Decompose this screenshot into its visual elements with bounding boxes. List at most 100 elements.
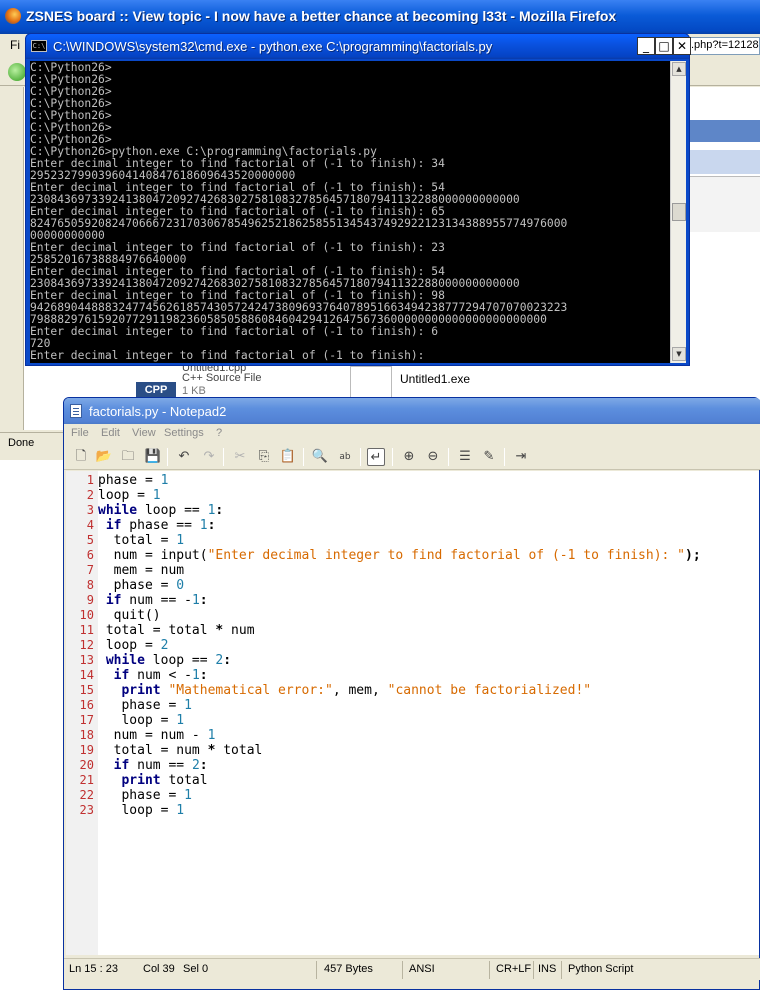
console-text: C:\Python26> C:\Python26> C:\Python26> C:\P… (30, 61, 670, 362)
line-number: 9 (86, 593, 94, 607)
code-token: while (105, 653, 145, 668)
notepad2-menubar: File Edit View Settings ? (64, 424, 760, 444)
code-line: if num == -1: (98, 593, 208, 608)
customize-icon[interactable]: ✎ (480, 448, 498, 466)
code-token: print (121, 683, 161, 698)
scroll-down-arrow-icon[interactable]: ▼ (672, 347, 686, 361)
code-token: quit() (98, 608, 161, 623)
line-number: 12 (79, 638, 94, 652)
code-line: phase = 1 (98, 788, 191, 803)
code-token: 1 (199, 518, 208, 533)
code-token: total (160, 773, 208, 788)
code-line: loop = 1 (98, 488, 161, 503)
exe-file-name[interactable]: Untitled1.exe (400, 372, 470, 386)
code-token: : (199, 668, 208, 683)
code-token: , mem, (332, 683, 388, 698)
minimize-button[interactable]: _ (637, 37, 655, 55)
code-token: print (121, 773, 161, 788)
code-line: if num == 2: (98, 758, 208, 773)
console-scrollbar[interactable]: ▲ ▼ (670, 61, 686, 363)
code-token: : (215, 503, 224, 518)
redo-icon[interactable]: ↷ (200, 448, 218, 466)
code-token: num < - (129, 668, 192, 683)
code-token: total = (98, 533, 177, 548)
toolbar-separator (392, 448, 393, 466)
copy-icon[interactable]: ⎘ (255, 448, 273, 466)
maximize-button[interactable]: □ (655, 37, 673, 55)
code-line: quit() (98, 608, 161, 623)
console-line: Enter decimal integer to find factorial … (30, 325, 439, 338)
menu-settings[interactable]: Settings (164, 427, 204, 439)
notepad2-status-bar: Ln 15 : 23 Col 39 Sel 0 457 Bytes ANSI C… (64, 958, 760, 980)
status-insert-mode[interactable]: INS (538, 963, 556, 975)
browse-icon[interactable]: 🗀 (119, 448, 137, 466)
menu-file[interactable]: File (71, 427, 89, 439)
forum-post-area (690, 176, 760, 232)
find-icon[interactable]: 🔍 (311, 448, 329, 466)
line-number: 16 (79, 698, 94, 712)
replace-icon[interactable]: ab (336, 448, 354, 466)
back-arrow-icon[interactable] (8, 63, 26, 81)
schemes-icon[interactable]: ☰ (456, 448, 474, 466)
undo-icon[interactable]: ↶ (175, 448, 193, 466)
menu-edit[interactable]: Edit (101, 427, 120, 439)
firefox-menu-file[interactable]: Fi (10, 38, 20, 52)
paste-icon[interactable]: 📋 (279, 448, 297, 466)
toolbar-separator (360, 448, 361, 466)
scroll-thumb[interactable] (672, 203, 686, 221)
zoom-out-icon[interactable]: ⊖ (424, 448, 442, 466)
toolbar-separator (448, 448, 449, 466)
new-icon[interactable]: 🗋 (72, 448, 90, 466)
code-editor[interactable]: 1 2 3 4 5 6 7 8 9 10 11 12 13 14 15 16 17 18 19 20 21 22 23 ph… (66, 471, 759, 955)
open-icon[interactable]: 📂 (95, 448, 113, 466)
status-scheme[interactable]: Python Script (568, 963, 633, 975)
cpp-file-icon[interactable]: CPP (136, 382, 176, 398)
code-token: 1 (176, 713, 185, 728)
wordwrap-icon[interactable]: ↵ (367, 448, 385, 466)
status-encoding[interactable]: ANSI (409, 963, 435, 975)
status-separator (316, 961, 317, 979)
firefox-address-bar[interactable]: .php?t=12128 (688, 37, 760, 55)
cut-icon[interactable]: ✂ (231, 448, 249, 466)
save-icon[interactable]: 💾 (144, 448, 162, 466)
close-button[interactable]: ✕ (673, 37, 691, 55)
code-line: total = total * num (98, 623, 255, 638)
code-token: loop = (98, 803, 177, 818)
status-line-endings[interactable]: CR+LF (496, 963, 531, 975)
notepad2-titlebar[interactable]: factorials.py - Notepad2 (64, 398, 760, 424)
cpp-file-size: 1 KB (182, 385, 206, 397)
firefox-titlebar[interactable]: ZSNES board :: View topic - I now have a… (0, 0, 760, 34)
code-token: total = total (98, 623, 216, 638)
zoom-in-icon[interactable]: ⊕ (400, 448, 418, 466)
code-token: loop = (98, 488, 153, 503)
console-output[interactable]: C:\Python26> C:\Python26> C:\Python26> C:\P… (30, 61, 670, 363)
code-token: 1 (160, 473, 169, 488)
code-token: 0 (176, 578, 185, 593)
code-token: 1 (184, 698, 192, 713)
code-token: mem = num (98, 563, 185, 578)
code-token: 1 (191, 593, 200, 608)
code-token: "cannot be factorialized!" (387, 683, 592, 698)
scroll-up-arrow-icon[interactable]: ▲ (672, 62, 686, 76)
menu-view[interactable]: View (132, 427, 156, 439)
code-token: 1 (152, 488, 161, 503)
code-line: while loop == 1: (98, 503, 223, 518)
code-line: phase = 1 (98, 698, 192, 713)
menu-help[interactable]: ? (216, 427, 222, 439)
exit-icon[interactable]: ⇥ (512, 448, 530, 466)
cmd-titlebar[interactable]: C:\ C:\WINDOWS\system32\cmd.exe - python… (26, 34, 691, 59)
console-line: C:\Python26> (30, 85, 112, 98)
exe-file-icon[interactable] (350, 366, 392, 398)
code-token: 1 (207, 728, 216, 743)
code-token: : (207, 518, 216, 533)
notepad2-window-title: factorials.py - Notepad2 (89, 404, 227, 419)
toolbar-separator (167, 448, 168, 466)
code-token: phase = (98, 473, 161, 488)
code-token: loop = (98, 713, 177, 728)
status-column: Col 39 (143, 963, 175, 975)
